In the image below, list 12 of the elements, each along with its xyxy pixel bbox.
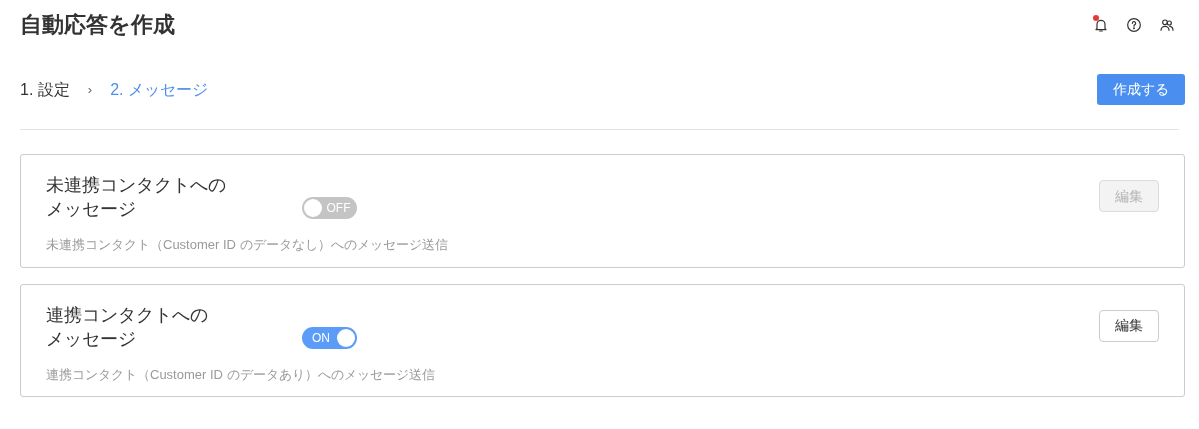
create-button[interactable]: 作成する: [1097, 74, 1185, 105]
card-title: 連携コンタクトへの メッセージ: [46, 303, 209, 351]
step-separator: ›: [87, 80, 93, 99]
edit-button[interactable]: 編集: [1099, 309, 1159, 342]
toggle-switch[interactable]: ON: [302, 326, 357, 349]
toggle-switch[interactable]: OFF: [302, 197, 357, 219]
page-title: 自動応答を作成: [20, 11, 175, 39]
card-description: 連携コンタクト（Customer ID のデータあり）へのメッセージ送信: [46, 365, 436, 384]
step-label: 2. メッセージ: [110, 79, 208, 100]
card-description: 未連携コンタクト（Customer ID のデータなし）へのメッセージ送信: [46, 236, 449, 254]
step-label: 1. 設定: [20, 79, 70, 100]
card-title: 未連携コンタクトへの メッセージ: [46, 174, 227, 221]
